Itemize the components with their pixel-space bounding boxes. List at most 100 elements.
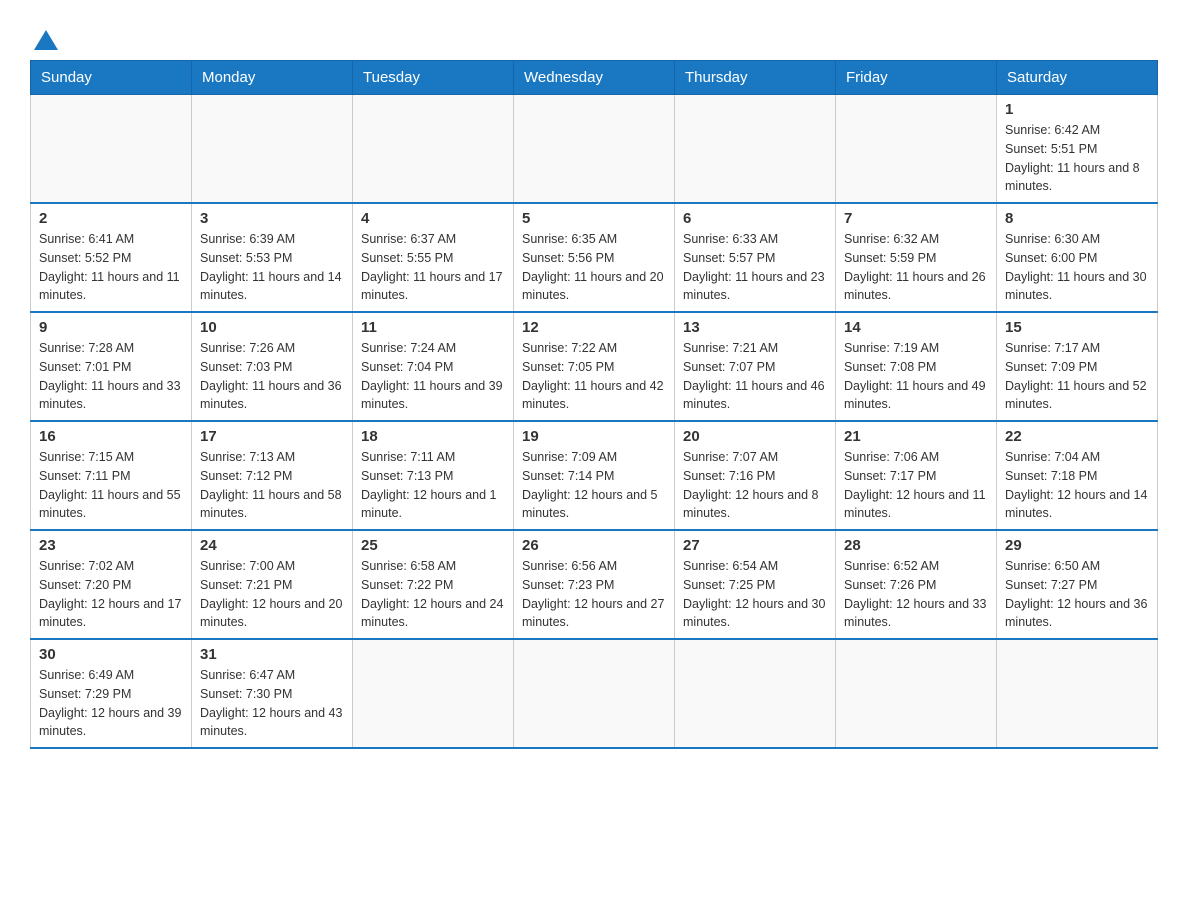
calendar-cell [353,95,514,204]
day-info: Sunrise: 7:00 AMSunset: 7:21 PMDaylight:… [200,557,344,632]
calendar-cell: 17Sunrise: 7:13 AMSunset: 7:12 PMDayligh… [192,421,353,530]
day-info: Sunrise: 6:30 AMSunset: 6:00 PMDaylight:… [1005,230,1149,305]
day-number: 30 [39,646,183,663]
calendar-week-row: 16 Sunrise: 7:15 AMSunset: 7:11 PMDayligh… [31,421,1158,530]
day-info: Sunrise: 7:13 AMSunset: 7:12 PMDaylight:… [200,448,344,523]
weekday-header-sunday: Sunday [31,61,192,95]
day-info: Sunrise: 7:04 AMSunset: 7:18 PMDaylight:… [1005,448,1149,523]
calendar-week-row: 23Sunrise: 7:02 AMSunset: 7:20 PMDayligh… [31,530,1158,639]
day-number: 22 [1005,428,1149,445]
calendar-cell [836,95,997,204]
calendar-week-row: 2Sunrise: 6:41 AMSunset: 5:52 PMDaylight… [31,203,1158,312]
calendar-cell: 8 Sunrise: 6:30 AMSunset: 6:00 PMDaylight… [997,203,1158,312]
calendar-cell [514,639,675,748]
day-info: Sunrise: 7:15 AMSunset: 7:11 PMDaylight:… [39,448,183,523]
day-info: Sunrise: 6:35 AMSunset: 5:56 PMDaylight:… [522,230,666,305]
day-number: 11 [361,319,505,336]
weekday-header-wednesday: Wednesday [514,61,675,95]
calendar-cell: 21 Sunrise: 7:06 AMSunset: 7:17 PMDayligh… [836,421,997,530]
day-number: 16 [39,428,183,445]
day-number: 7 [844,210,988,227]
logo [30,20,58,50]
day-info: Sunrise: 6:56 AMSunset: 7:23 PMDaylight:… [522,557,666,632]
calendar-cell: 14Sunrise: 7:19 AMSunset: 7:08 PMDayligh… [836,312,997,421]
day-number: 8 [1005,210,1149,227]
day-info: Sunrise: 6:37 AMSunset: 5:55 PMDaylight:… [361,230,505,305]
calendar-cell: 13 Sunrise: 7:21 AMSunset: 7:07 PMDayligh… [675,312,836,421]
calendar-cell [675,639,836,748]
calendar-cell: 22 Sunrise: 7:04 AMSunset: 7:18 PMDayligh… [997,421,1158,530]
day-info: Sunrise: 7:11 AMSunset: 7:13 PMDaylight:… [361,448,505,523]
calendar-cell: 7 Sunrise: 6:32 AMSunset: 5:59 PMDaylight… [836,203,997,312]
day-info: Sunrise: 7:21 AMSunset: 7:07 PMDaylight:… [683,339,827,414]
calendar-body: 1 Sunrise: 6:42 AMSunset: 5:51 PMDaylight… [31,95,1158,749]
day-number: 29 [1005,537,1149,554]
day-info: Sunrise: 7:09 AMSunset: 7:14 PMDaylight:… [522,448,666,523]
day-number: 13 [683,319,827,336]
day-info: Sunrise: 6:33 AMSunset: 5:57 PMDaylight:… [683,230,827,305]
day-number: 4 [361,210,505,227]
day-number: 21 [844,428,988,445]
calendar-cell: 10 Sunrise: 7:26 AMSunset: 7:03 PMDayligh… [192,312,353,421]
day-number: 3 [200,210,344,227]
calendar-cell: 30Sunrise: 6:49 AMSunset: 7:29 PMDayligh… [31,639,192,748]
calendar-cell: 4 Sunrise: 6:37 AMSunset: 5:55 PMDaylight… [353,203,514,312]
calendar-cell: 15Sunrise: 7:17 AMSunset: 7:09 PMDayligh… [997,312,1158,421]
day-number: 20 [683,428,827,445]
calendar-cell: 2Sunrise: 6:41 AMSunset: 5:52 PMDaylight… [31,203,192,312]
calendar-week-row: 9 Sunrise: 7:28 AMSunset: 7:01 PMDaylight… [31,312,1158,421]
calendar-cell: 28Sunrise: 6:52 AMSunset: 7:26 PMDayligh… [836,530,997,639]
day-info: Sunrise: 6:32 AMSunset: 5:59 PMDaylight:… [844,230,988,305]
calendar-cell: 25 Sunrise: 6:58 AMSunset: 7:22 PMDayligh… [353,530,514,639]
calendar-cell: 11 Sunrise: 7:24 AMSunset: 7:04 PMDayligh… [353,312,514,421]
day-number: 19 [522,428,666,445]
day-number: 10 [200,319,344,336]
calendar-cell: 16 Sunrise: 7:15 AMSunset: 7:11 PMDayligh… [31,421,192,530]
day-number: 25 [361,537,505,554]
weekday-header-saturday: Saturday [997,61,1158,95]
calendar-table: SundayMondayTuesdayWednesdayThursdayFrid… [30,60,1158,749]
day-info: Sunrise: 6:52 AMSunset: 7:26 PMDaylight:… [844,557,988,632]
day-info: Sunrise: 7:28 AMSunset: 7:01 PMDaylight:… [39,339,183,414]
day-info: Sunrise: 6:58 AMSunset: 7:22 PMDaylight:… [361,557,505,632]
day-info: Sunrise: 7:07 AMSunset: 7:16 PMDaylight:… [683,448,827,523]
weekday-header-tuesday: Tuesday [353,61,514,95]
day-number: 18 [361,428,505,445]
day-info: Sunrise: 6:39 AMSunset: 5:53 PMDaylight:… [200,230,344,305]
calendar-cell: 9 Sunrise: 7:28 AMSunset: 7:01 PMDaylight… [31,312,192,421]
day-number: 6 [683,210,827,227]
calendar-cell: 27Sunrise: 6:54 AMSunset: 7:25 PMDayligh… [675,530,836,639]
calendar-cell: 3 Sunrise: 6:39 AMSunset: 5:53 PMDaylight… [192,203,353,312]
day-number: 2 [39,210,183,227]
day-number: 9 [39,319,183,336]
calendar-cell: 12Sunrise: 7:22 AMSunset: 7:05 PMDayligh… [514,312,675,421]
day-number: 24 [200,537,344,554]
logo-general-text [30,30,58,50]
day-info: Sunrise: 7:17 AMSunset: 7:09 PMDaylight:… [1005,339,1149,414]
calendar-cell: 18 Sunrise: 7:11 AMSunset: 7:13 PMDayligh… [353,421,514,530]
day-info: Sunrise: 6:42 AMSunset: 5:51 PMDaylight:… [1005,121,1149,196]
day-info: Sunrise: 7:24 AMSunset: 7:04 PMDaylight:… [361,339,505,414]
weekday-header-friday: Friday [836,61,997,95]
day-info: Sunrise: 6:50 AMSunset: 7:27 PMDaylight:… [1005,557,1149,632]
calendar-cell: 20 Sunrise: 7:07 AMSunset: 7:16 PMDayligh… [675,421,836,530]
calendar-header: SundayMondayTuesdayWednesdayThursdayFrid… [31,61,1158,95]
calendar-cell: 24 Sunrise: 7:00 AMSunset: 7:21 PMDayligh… [192,530,353,639]
day-number: 14 [844,319,988,336]
page-header [30,20,1158,50]
calendar-cell: 5Sunrise: 6:35 AMSunset: 5:56 PMDaylight… [514,203,675,312]
calendar-cell [31,95,192,204]
day-number: 1 [1005,101,1149,118]
day-info: Sunrise: 7:26 AMSunset: 7:03 PMDaylight:… [200,339,344,414]
calendar-cell [997,639,1158,748]
calendar-cell [514,95,675,204]
day-info: Sunrise: 7:02 AMSunset: 7:20 PMDaylight:… [39,557,183,632]
weekday-header-monday: Monday [192,61,353,95]
calendar-cell: 1 Sunrise: 6:42 AMSunset: 5:51 PMDaylight… [997,95,1158,204]
day-number: 27 [683,537,827,554]
day-info: Sunrise: 6:47 AMSunset: 7:30 PMDaylight:… [200,666,344,741]
weekday-header-thursday: Thursday [675,61,836,95]
day-info: Sunrise: 7:06 AMSunset: 7:17 PMDaylight:… [844,448,988,523]
calendar-cell [836,639,997,748]
day-number: 12 [522,319,666,336]
